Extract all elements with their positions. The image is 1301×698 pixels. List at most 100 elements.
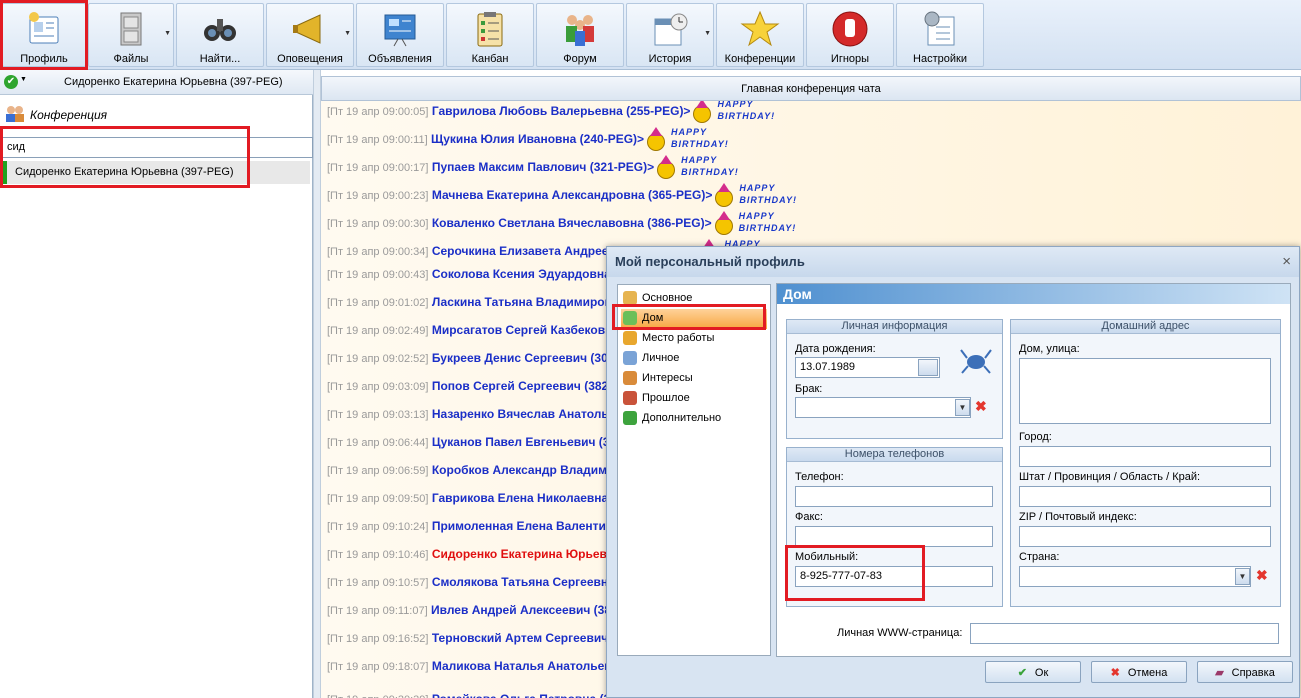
message-author[interactable]: Ласкина Татьяна Владимировна <box>432 295 626 309</box>
calendar-button[interactable] <box>918 359 938 376</box>
toolbar-kanban-button[interactable]: Канбан <box>446 3 534 67</box>
message-time: [Пт 19 апр 09:18:07] <box>327 661 429 673</box>
chat-message: [Пт 19 апр 09:00:05] Гаврилова Любовь Ва… <box>327 101 774 127</box>
ok-button[interactable]: ✔ Ок <box>985 661 1081 683</box>
message-author[interactable]: Соколова Ксения Эдуардовна <box>432 267 611 281</box>
message-author[interactable]: Маликова Наталья Анатольевна <box>432 659 626 673</box>
message-author[interactable]: Коваленко Светлана Вячеславовна (386-PEG… <box>432 216 712 230</box>
message-author[interactable]: Букреев Денис Сергеевич (304 <box>432 351 615 365</box>
toolbar-alerts-label: Оповещения <box>277 53 343 65</box>
birthday-text: BIRTHDAY! <box>739 195 797 205</box>
help-button[interactable]: ▰ Справка <box>1197 661 1293 683</box>
chat-message: [Пт 19 апр 09:00:43] Соколова Ксения Эду… <box>327 267 611 295</box>
message-author[interactable]: Попов Сергей Сергеевич (382- <box>432 379 612 393</box>
nav-item[interactable]: Личное <box>621 349 767 369</box>
chat-message: [Пт 19 апр 09:00:30] Коваленко Светлана … <box>327 211 795 239</box>
state-field[interactable] <box>1019 486 1271 507</box>
chat-message: [Пт 19 апр 09:02:49] Мирсагатов Сергей К… <box>327 323 619 351</box>
message-author[interactable]: Ивлев Андрей Алексеевич (38 <box>431 603 611 617</box>
phone-label: Телефон: <box>795 471 844 483</box>
chat-message: [Пт 19 апр 09:11:07] Ивлев Андрей Алексе… <box>327 603 611 631</box>
highlight-mobile-field <box>785 545 925 601</box>
nav-item[interactable]: Место работы <box>621 329 767 349</box>
home-address-header: Домашний адрес <box>1011 320 1280 334</box>
settings-list-icon <box>924 11 955 46</box>
toolbar-conferences-button[interactable]: Конференции <box>716 3 804 67</box>
message-author[interactable]: Мачнева Екатерина Александровна (365-PEG… <box>432 188 713 202</box>
street-field[interactable] <box>1019 358 1271 424</box>
nav-item[interactable]: Дополнительно <box>621 409 767 429</box>
chevron-down-icon[interactable]: ▼ <box>20 76 27 83</box>
birthday-text: HAPPY <box>738 211 775 221</box>
toolbar-ignores-button[interactable]: Игноры <box>806 3 894 67</box>
toolbar-settings-button[interactable]: Настройки <box>896 3 984 67</box>
highlight-home-tab <box>612 304 766 330</box>
country-label: Страна: <box>1019 551 1060 563</box>
binoculars-icon <box>204 19 236 41</box>
message-time: [Пт 19 апр 09:00:23] <box>327 190 429 203</box>
check-icon: ✔ <box>1017 667 1027 679</box>
chevron-down-icon[interactable]: ▼ <box>164 30 171 37</box>
www-field[interactable] <box>970 623 1279 644</box>
clear-icon[interactable]: ✖ <box>975 398 987 415</box>
message-author[interactable]: Цуканов Павел Евгеньевич (37 <box>432 435 616 449</box>
book-icon <box>623 391 637 405</box>
message-author[interactable]: Пупаев Максим Павлович (321-PEG)> <box>432 160 654 174</box>
chevron-down-icon[interactable]: ▼ <box>704 30 711 37</box>
message-author[interactable]: Сидоренко Екатерина Юрьевна <box>432 547 621 561</box>
phones-header: Номера телефонов <box>787 448 1002 462</box>
message-author[interactable]: Терновский Артем Сергеевич ( <box>432 631 616 645</box>
toolbar-history-button[interactable]: История ▼ <box>626 3 714 67</box>
birthday-text: HAPPY <box>671 127 708 137</box>
chat-message: [Пт 19 апр 09:06:59] Коробков Александр … <box>327 463 651 491</box>
message-author[interactable]: Мирсагатов Сергей Казбекович <box>432 323 620 337</box>
message-time: [Пт 19 апр 09:10:57] <box>327 577 429 589</box>
message-author[interactable]: Гаврилова Любовь Валерьевна (255-PEG)> <box>432 104 691 118</box>
chevron-down-icon[interactable]: ▼ <box>1235 568 1250 585</box>
birthday-smiley-icon: HAPPY BIRTHDAY! <box>714 211 795 237</box>
chevron-down-icon[interactable]: ▼ <box>344 30 351 37</box>
birthday-smiley-icon: HAPPY BIRTHDAY! <box>693 101 774 125</box>
chat-message: [Пт 19 апр 09:00:23] Мачнева Екатерина А… <box>327 183 797 211</box>
cancel-button[interactable]: ✖ Отмена <box>1091 661 1187 683</box>
stop-hand-icon <box>832 11 868 47</box>
message-author[interactable]: Гаврикова Елена Николаевна <box>432 491 608 505</box>
nav-item-label: Основное <box>642 292 693 304</box>
toolbar-files-button[interactable]: Файлы ▼ <box>88 3 174 67</box>
message-author[interactable]: Смолякова Татьяна Сергеевна <box>432 575 615 589</box>
people-group-icon <box>566 15 594 46</box>
toolbar-announcements-button[interactable]: Объявления <box>356 3 444 67</box>
profile-nav: Основное Дом Место работы Личное Интересы Про… <box>617 284 771 656</box>
toolbar-forum-button[interactable]: Форум <box>536 3 624 67</box>
message-time: [Пт 19 апр 09:10:46] <box>327 549 429 561</box>
toolbar-settings-label: Настройки <box>913 53 967 65</box>
section-title: Дом <box>777 284 1290 304</box>
country-select[interactable] <box>1019 566 1251 587</box>
nav-item[interactable]: Прошлое <box>621 389 767 409</box>
close-icon[interactable]: × <box>1282 253 1291 270</box>
marriage-select[interactable] <box>795 397 971 418</box>
clear-icon[interactable]: ✖ <box>1256 567 1268 584</box>
message-time: [Пт 19 апр 09:00:11] <box>327 134 428 147</box>
birthday-text: BIRTHDAY! <box>671 139 729 149</box>
toolbar-announcements-label: Объявления <box>368 53 432 65</box>
chat-message: [Пт 19 апр 09:03:13] Назаренко Вячеслав … <box>327 407 637 435</box>
zip-field[interactable] <box>1019 526 1271 547</box>
chat-message: [Пт 19 апр 09:16:52] Терновский Артем Се… <box>327 631 616 659</box>
fax-field[interactable] <box>795 526 993 547</box>
chevron-down-icon[interactable]: ▼ <box>955 399 970 416</box>
city-field[interactable] <box>1019 446 1271 467</box>
toolbar-alerts-button[interactable]: Оповещения ▼ <box>266 3 354 67</box>
message-author[interactable]: Щукина Юлия Ивановна (240-PEG)> <box>431 132 644 146</box>
online-status-icon[interactable]: ✔ <box>4 75 18 89</box>
nav-item[interactable]: Интересы <box>621 369 767 389</box>
message-time: [Пт 19 апр 09:00:05] <box>327 106 429 119</box>
panel-splitter[interactable] <box>313 70 321 698</box>
toolbar-ignores-label: Игноры <box>830 53 870 65</box>
toolbar-find-button[interactable]: Найти... <box>176 3 264 67</box>
message-time: [Пт 19 апр 09:02:52] <box>327 353 429 365</box>
chat-message: [Пт 19 апр 09:01:02] Ласкина Татьяна Вла… <box>327 295 626 323</box>
cancer-zodiac-icon <box>960 349 992 374</box>
phone-field[interactable] <box>795 486 993 507</box>
birthday-smiley-icon: HAPPY BIRTHDAY! <box>657 155 738 181</box>
